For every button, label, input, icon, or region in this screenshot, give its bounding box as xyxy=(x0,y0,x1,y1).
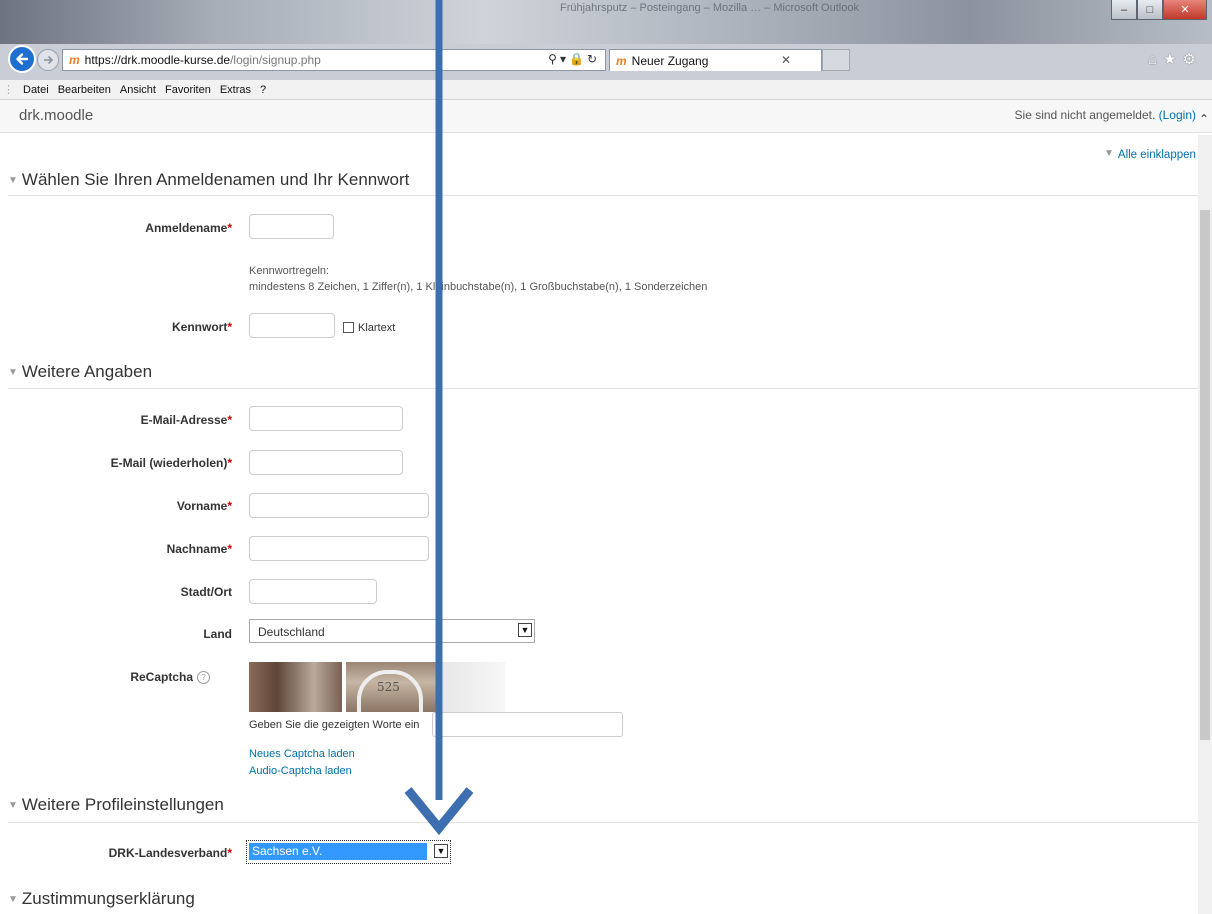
annotation-arrow xyxy=(404,0,474,836)
